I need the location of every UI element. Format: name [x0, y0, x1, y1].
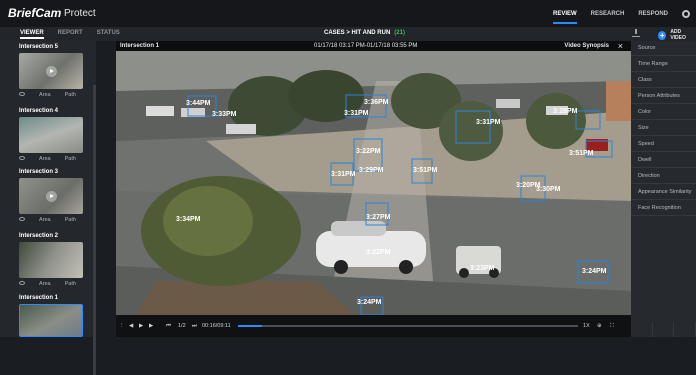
- timestamp-label[interactable]: 3:24PM: [582, 268, 607, 275]
- nav-review[interactable]: REVIEW: [552, 11, 577, 24]
- more-options-icon[interactable]: ⋮: [119, 323, 125, 329]
- case-count-badge: (21): [394, 30, 405, 36]
- timestamp-label[interactable]: 3:30PM: [536, 186, 561, 193]
- play-icon[interactable]: [46, 191, 57, 202]
- plus-icon: +: [658, 30, 667, 40]
- timestamp-label[interactable]: 3:36PM: [364, 99, 389, 106]
- page-indicator: 1/2: [178, 323, 186, 329]
- camera-thumbnail[interactable]: [19, 117, 83, 153]
- timestamp-label[interactable]: 3:22PM: [366, 249, 391, 256]
- timestamp-label[interactable]: 3:51PM: [413, 167, 438, 174]
- breadcrumb-text[interactable]: CASES > HIT AND RUN: [324, 30, 390, 36]
- camera-thumbnail[interactable]: [19, 53, 83, 89]
- playback-controls: ⋮ ◀ ▶ ▶ ⏮ 1/2 ⏭ 00:16/09:11 1X ⊕ ⛶: [116, 315, 631, 337]
- timestamp-label[interactable]: 3:28PM: [553, 108, 578, 115]
- tab-viewer[interactable]: VIEWER: [20, 30, 44, 39]
- progress-fill: [238, 325, 262, 327]
- camera-thumbnail[interactable]: [19, 304, 83, 337]
- filter-item[interactable]: Dwell: [631, 153, 696, 168]
- product-name: Protect: [64, 8, 96, 19]
- next-frame-icon[interactable]: ▶: [149, 323, 153, 329]
- video-title: Intersection 1: [120, 43, 160, 49]
- camera-sidebar: Intersection 5 Area Path Intersection 4 A…: [0, 41, 96, 375]
- play-icon[interactable]: ▶: [139, 323, 143, 329]
- filter-panel: Source Time Range Class Person Attribute…: [631, 41, 696, 337]
- timestamp-label[interactable]: 3:44PM: [186, 100, 211, 107]
- top-nav: REVIEW RESEARCH RESPOND: [552, 0, 690, 27]
- filter-item[interactable]: Direction: [631, 169, 696, 184]
- timestamp-overlay: 3:44PM 3:33PM 3:36PM 3:31PM 3:31PM 3:22P…: [176, 99, 607, 306]
- video-header: Intersection 1 01/17/18 03:17 PM-01/17/1…: [116, 41, 631, 51]
- fullscreen-icon[interactable]: ⛶: [610, 323, 614, 330]
- video-player: Intersection 1 01/17/18 03:17 PM-01/17/1…: [116, 41, 631, 337]
- timestamp-label[interactable]: 3:34PM: [176, 216, 201, 223]
- filter-item[interactable]: Class: [631, 73, 696, 88]
- download-icon[interactable]: [632, 29, 640, 37]
- play-icon[interactable]: [46, 66, 57, 77]
- filter-item[interactable]: Appearance Similarity: [631, 185, 696, 200]
- eye-icon[interactable]: [19, 217, 25, 221]
- timestamp-label[interactable]: 3:31PM: [476, 119, 501, 126]
- previous-frame-icon[interactable]: ◀: [129, 323, 133, 329]
- time-readout: 00:16/09:11: [202, 323, 231, 329]
- timestamp-label[interactable]: 3:23PM: [470, 265, 495, 272]
- eye-icon[interactable]: [19, 281, 25, 285]
- nav-respond[interactable]: RESPOND: [638, 11, 668, 17]
- filter-item[interactable]: Face Recognition: [631, 201, 696, 216]
- add-video-button[interactable]: + ADD VIDEO: [658, 29, 696, 41]
- filter-tool-icon[interactable]: [674, 322, 696, 337]
- add-video-label: ADD VIDEO: [670, 29, 686, 41]
- camera-thumbnail[interactable]: [19, 242, 83, 278]
- sub-bar: VIEWER REPORT STATUS CASES > HIT AND RUN…: [0, 27, 696, 41]
- timestamp-label[interactable]: 3:33PM: [212, 111, 237, 118]
- camera-title: Intersection 3: [19, 169, 59, 175]
- timestamp-label[interactable]: 3:31PM: [331, 171, 356, 178]
- close-icon[interactable]: ×: [618, 41, 623, 51]
- timestamp-label[interactable]: 3:29PM: [359, 167, 384, 174]
- speed-readout[interactable]: 1X: [583, 323, 590, 329]
- camera-title: Intersection 4: [19, 108, 59, 114]
- filter-tool-icon[interactable]: [653, 322, 675, 337]
- timestamp-label[interactable]: 3:31PM: [344, 110, 369, 117]
- filter-item[interactable]: Speed: [631, 137, 696, 152]
- camera-thumbnail[interactable]: [19, 178, 83, 214]
- camera-meta: Area Path: [19, 281, 76, 287]
- sub-tabs: VIEWER REPORT STATUS: [20, 30, 120, 39]
- tab-status[interactable]: STATUS: [97, 30, 120, 39]
- camera-meta: Area Path: [19, 92, 76, 98]
- filter-item[interactable]: Color: [631, 105, 696, 120]
- video-mode: Video Synopsis: [564, 43, 609, 49]
- skip-forward-icon[interactable]: ⏭: [192, 323, 197, 330]
- video-time-range: 01/17/18 03:17 PM-01/17/18 03:55 PM: [314, 43, 418, 49]
- eye-icon[interactable]: [19, 156, 25, 160]
- filter-item[interactable]: Source: [631, 41, 696, 56]
- brand-logo: BriefCam: [8, 6, 62, 20]
- camera-meta: Area Path: [19, 156, 76, 162]
- sidebar-scrollbar[interactable]: [93, 85, 96, 375]
- video-frame[interactable]: 3:44PM 3:33PM 3:36PM 3:31PM 3:31PM 3:22P…: [116, 51, 631, 315]
- filter-item[interactable]: Size: [631, 121, 696, 136]
- tab-report[interactable]: REPORT: [58, 30, 83, 39]
- timestamp-label[interactable]: 3:22PM: [356, 148, 381, 155]
- filter-toolbar: [631, 322, 696, 337]
- timestamp-label[interactable]: 3:24PM: [357, 299, 382, 306]
- timestamp-label[interactable]: 3:51PM: [569, 150, 594, 157]
- camera-title: Intersection 2: [19, 233, 59, 239]
- breadcrumb: CASES > HIT AND RUN (21): [324, 30, 405, 36]
- filter-item[interactable]: Time Range: [631, 57, 696, 72]
- nav-research[interactable]: RESEARCH: [591, 11, 625, 17]
- gear-icon[interactable]: [682, 9, 690, 18]
- camera-meta: Area Path: [19, 217, 76, 223]
- filter-tool-icon[interactable]: [631, 322, 653, 337]
- progress-bar[interactable]: [238, 325, 578, 327]
- eye-icon[interactable]: [19, 92, 25, 96]
- timestamp-label[interactable]: 3:27PM: [366, 214, 391, 221]
- camera-title: Intersection 5: [19, 44, 59, 50]
- filter-item[interactable]: Person Attributes: [631, 89, 696, 104]
- skip-back-icon[interactable]: ⏮: [166, 323, 171, 330]
- zoom-icon[interactable]: ⊕: [597, 323, 602, 329]
- top-bar: BriefCam Protect REVIEW RESEARCH RESPOND: [0, 0, 696, 27]
- camera-title: Intersection 1: [19, 295, 59, 301]
